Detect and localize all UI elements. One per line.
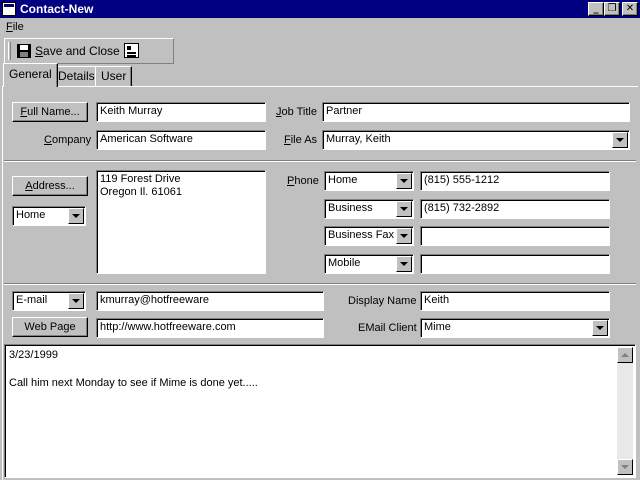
file-as-combo[interactable]: Murray, Keith (322, 130, 630, 150)
restore-button[interactable]: ❐ (604, 2, 620, 16)
menu-file-label: ile (12, 21, 24, 33)
phone-number-field-3[interactable] (420, 226, 610, 246)
phone-type-value: Business (328, 202, 373, 214)
divider (4, 160, 636, 162)
email-client-combo[interactable]: Mime (420, 318, 610, 338)
properties-button[interactable] (123, 42, 141, 60)
close-button[interactable]: ✕ (622, 2, 638, 16)
email-type-combo[interactable]: E-mail (12, 291, 86, 311)
file-as-value: Murray, Keith (326, 133, 391, 145)
properties-icon (124, 43, 139, 58)
notes-line-1: 3/23/1999 (9, 349, 58, 361)
phone-number-field-2[interactable]: (815) 732-2892 (420, 199, 610, 219)
address-line-1: 119 Forest Drive (100, 173, 181, 185)
company-field[interactable]: American Software (96, 130, 266, 150)
email-client-label: EMail Client (358, 322, 417, 334)
web-page-field[interactable]: http://www.hotfreeware.com (96, 318, 324, 338)
phone-number-field-4[interactable] (420, 254, 610, 274)
chevron-down-icon[interactable] (68, 208, 84, 224)
tab-general[interactable]: General (3, 63, 58, 87)
address-line-2: Oregon Il. 61061 (100, 186, 182, 198)
menu-file[interactable]: File (6, 21, 24, 33)
chevron-down-icon[interactable] (68, 293, 84, 309)
web-page-button[interactable]: Web Page (12, 317, 88, 337)
web-page-button-label: Web Page (24, 321, 76, 333)
tab-user[interactable]: User (95, 66, 133, 86)
chevron-down-icon[interactable] (396, 201, 412, 217)
title-bar[interactable]: Contact-New _ ❐ ✕ (0, 0, 640, 18)
save-and-close-button[interactable]: Save and Close (15, 41, 120, 61)
notes-field[interactable]: 3/23/1999 Call him next Monday to see if… (4, 344, 636, 478)
file-as-label: File As (284, 134, 318, 146)
scroll-down-icon[interactable] (617, 459, 633, 475)
address-button[interactable]: Address... (12, 176, 88, 196)
app-window-icon[interactable] (2, 2, 16, 16)
toolbar-grip[interactable] (8, 42, 11, 60)
chevron-down-icon[interactable] (592, 320, 608, 336)
address-type-combo[interactable]: Home (12, 206, 86, 226)
notes-line-3: Call him next Monday to see if Mime is d… (9, 377, 258, 389)
display-name-field[interactable]: Keith (420, 291, 610, 311)
email-type-value: E-mail (16, 294, 48, 306)
phone-type-combo-1[interactable]: Home (324, 171, 414, 191)
display-name-label: Display Name (348, 295, 417, 307)
notes-scrollbar[interactable] (617, 347, 633, 475)
email-field[interactable]: kmurray@hotfreeware (96, 291, 324, 311)
full-name-button-label: Full Name... (20, 106, 80, 118)
chevron-down-icon[interactable] (396, 228, 412, 244)
minimize-button[interactable]: _ (588, 2, 604, 16)
floppy-disk-icon (17, 44, 31, 58)
tab-details[interactable]: Details (52, 66, 101, 86)
chevron-down-icon[interactable] (396, 173, 412, 189)
phone-number-field-1[interactable]: (815) 555-1212 (420, 171, 610, 191)
menu-file-mnemonic: F (6, 21, 13, 33)
chevron-down-icon[interactable] (396, 256, 412, 272)
full-name-button[interactable]: Full Name... (12, 102, 88, 122)
email-client-value: Mime (424, 321, 451, 333)
save-and-close-label: Save and Close (35, 44, 120, 58)
phone-label: Phone (287, 175, 319, 187)
divider (4, 283, 636, 285)
full-name-field[interactable]: Keith Murray (96, 102, 266, 122)
address-type-value: Home (16, 209, 46, 221)
phone-type-value: Mobile (328, 257, 361, 269)
chevron-down-icon[interactable] (612, 132, 628, 148)
phone-type-combo-4[interactable]: Mobile (324, 254, 414, 274)
notes-line-2 (9, 363, 613, 377)
job-title-label: Job Title (276, 106, 317, 118)
address-button-label: Address... (25, 180, 75, 192)
company-label: Company (44, 134, 92, 146)
phone-type-combo-2[interactable]: Business (324, 199, 414, 219)
job-title-field[interactable]: Partner (322, 102, 630, 122)
phone-type-combo-3[interactable]: Business Fax (324, 226, 414, 246)
menu-bar: File (0, 18, 640, 36)
window-title: Contact-New (20, 2, 94, 16)
toolbar: Save and Close (4, 38, 174, 64)
address-field[interactable]: 119 Forest Drive Oregon Il. 61061 (96, 170, 266, 274)
phone-type-value: Business Fax (328, 229, 395, 241)
phone-type-value: Home (328, 174, 358, 186)
scroll-up-icon[interactable] (617, 347, 633, 363)
